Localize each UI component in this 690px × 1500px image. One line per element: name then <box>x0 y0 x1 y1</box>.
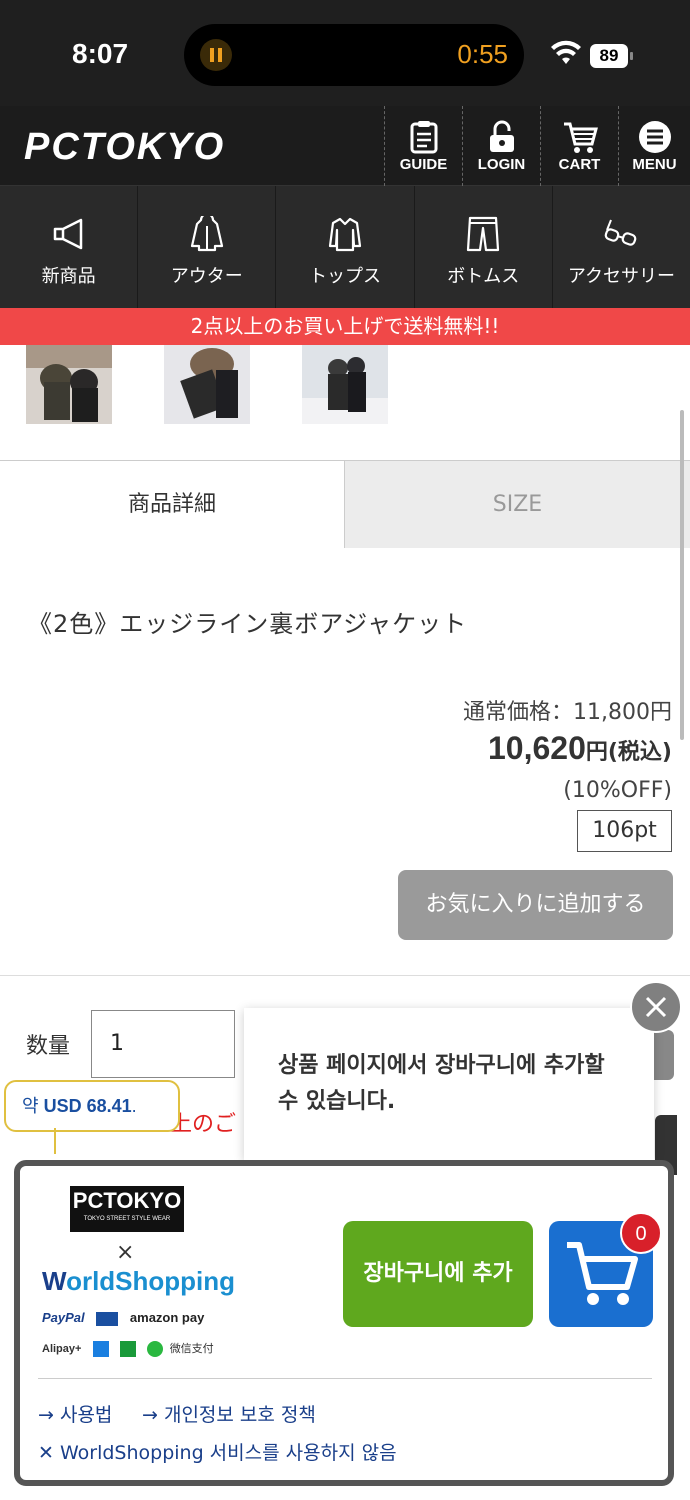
cart-count-badge: 0 <box>620 1212 662 1254</box>
guide-icon <box>410 121 437 154</box>
times-symbol: × <box>116 1240 135 1265</box>
category-bottoms[interactable]: ボトムス <box>415 186 553 308</box>
cart-label: CART <box>558 156 601 173</box>
category-tops[interactable]: トップス <box>276 186 415 308</box>
alipay-logo: Alipay+ <box>42 1343 82 1355</box>
menu-button[interactable]: MENU <box>618 106 690 186</box>
category-new[interactable]: 新商品 <box>0 186 139 308</box>
product-thumbnail-1[interactable] <box>26 338 112 424</box>
panel-divider <box>38 1378 652 1379</box>
status-bar: 8:07 0:55 89 <box>0 0 690 106</box>
worldshopping-logo-text: orldShopping <box>66 1266 236 1296</box>
sale-price-unit: 円(税込) <box>585 740 672 765</box>
quantity-label: 数量 <box>26 1034 71 1059</box>
tooltip-text: 상품 페이지에서 장바구니에 추가할 수 있습니다. <box>278 1053 605 1114</box>
category-outer[interactable]: アウター <box>138 186 277 308</box>
add-to-favorites-button[interactable]: お気に入りに追加する <box>398 870 673 940</box>
card-icon <box>96 1311 119 1326</box>
guide-label: GUIDE <box>399 156 448 173</box>
worldshopping-logo: WorldShopping <box>42 1266 235 1297</box>
wechatpay-logo: 微信支付 <box>169 1343 214 1355</box>
points-value: 106 <box>592 818 635 843</box>
regular-price: 通常価格：11,800円 <box>463 700 672 725</box>
discount-rate: (10%OFF) <box>563 778 672 803</box>
category-label: 新商品 <box>41 266 96 287</box>
lock-icon <box>489 120 514 152</box>
worldshopping-logo-w: W <box>42 1266 67 1296</box>
worldshopping-tooltip: 상품 페이지에서 장바구니에 추가할 수 있습니다. <box>244 1008 654 1188</box>
usd-amount: USD 68.41 <box>43 1096 132 1116</box>
battery-icon: 89 <box>590 44 633 68</box>
scrollbar[interactable] <box>680 410 684 740</box>
usd-price-bubble: 약 USD 68.41. <box>4 1080 180 1132</box>
bottom-strip <box>0 1486 690 1500</box>
jacket-icon <box>190 216 223 252</box>
dynamic-island: 0:55 <box>184 24 524 86</box>
login-label: LOGIN <box>477 156 526 173</box>
category-label: アウター <box>170 266 243 287</box>
product-title: 《2色》エッジライン裏ボアジャケット <box>28 610 468 638</box>
tab-size[interactable]: SIZE <box>345 461 690 548</box>
close-icon <box>645 996 667 1018</box>
sale-price: 10,620円(税込) <box>488 730 672 767</box>
wifi-icon <box>551 40 581 64</box>
usd-suffix: . <box>131 1096 137 1116</box>
amazonpay-logo: amazon pay <box>129 1310 205 1325</box>
pants-icon <box>467 216 500 252</box>
category-label: ボトムス <box>447 266 520 287</box>
pause-icon <box>200 39 232 71</box>
disable-service-link[interactable]: ✕ WorldShopping 서비스를 사용하지 않음 <box>38 1438 397 1465</box>
product-tabs: 商品詳細 SIZE <box>0 460 690 548</box>
category-label: アクセサリー <box>567 266 675 287</box>
unionpay-icon <box>119 1341 136 1358</box>
category-accessories[interactable]: アクセサリー <box>553 186 690 308</box>
site-logo[interactable]: PCTOKYO <box>24 126 225 169</box>
how-to-use-link[interactable]: → 사용법 <box>38 1400 112 1427</box>
usd-prefix: 약 <box>22 1096 39 1116</box>
cart-icon <box>563 122 598 153</box>
payment-logos-row2: Alipay+ 微信支付 <box>42 1340 214 1358</box>
menu-icon <box>638 121 671 153</box>
points-badge: 106pt <box>577 810 672 852</box>
sale-price-value: 10,620 <box>488 730 586 766</box>
shirt-icon <box>328 217 362 252</box>
add-to-cart-button[interactable]: 장바구니에 추가 <box>343 1221 533 1327</box>
pctokyo-logo: PCTOKYO TOKYO STREET STYLE WEAR <box>70 1186 184 1232</box>
wechat-icon <box>146 1341 163 1358</box>
worldshopping-panel: PCTOKYO TOKYO STREET STYLE WEAR × WorldS… <box>14 1160 674 1486</box>
payment-logos-row1: PayPal amazon pay <box>42 1310 204 1326</box>
status-time: 8:07 <box>72 38 129 69</box>
pctokyo-logo-tagline: TOKYO STREET STYLE WEAR <box>83 1216 171 1222</box>
menu-label: MENU <box>632 156 677 173</box>
free-shipping-banner: 2点以上のお買い上げで送料無料!! <box>0 308 690 345</box>
tab-product-detail[interactable]: 商品詳細 <box>0 461 345 548</box>
divider <box>0 975 690 976</box>
megaphone-icon <box>53 218 82 250</box>
category-nav: 新商品 アウター トップス ボトムス アクセサリー <box>0 186 690 308</box>
category-label: トップス <box>309 266 381 287</box>
points-unit: pt <box>634 818 657 843</box>
alipay-icon <box>92 1341 109 1358</box>
guide-button[interactable]: GUIDE <box>384 106 462 186</box>
quantity-input[interactable]: 1 <box>91 1010 235 1078</box>
pctokyo-logo-text: PCTOKYO <box>72 1188 182 1213</box>
privacy-policy-link[interactable]: → 개인정보 보호 정책 <box>142 1400 316 1427</box>
usd-bubble-tail <box>54 1128 72 1154</box>
paypal-logo: PayPal <box>42 1310 85 1325</box>
close-tooltip-button[interactable] <box>630 981 682 1033</box>
site-header: PCTOKYO GUIDE LOGIN CART MENU <box>0 106 690 186</box>
cart-button[interactable]: CART <box>540 106 618 186</box>
product-thumbnail-2[interactable] <box>164 338 250 424</box>
product-thumbnail-3[interactable] <box>302 338 388 424</box>
login-button[interactable]: LOGIN <box>462 106 540 186</box>
recording-time: 0:55 <box>457 39 508 69</box>
glasses-icon <box>605 219 637 246</box>
